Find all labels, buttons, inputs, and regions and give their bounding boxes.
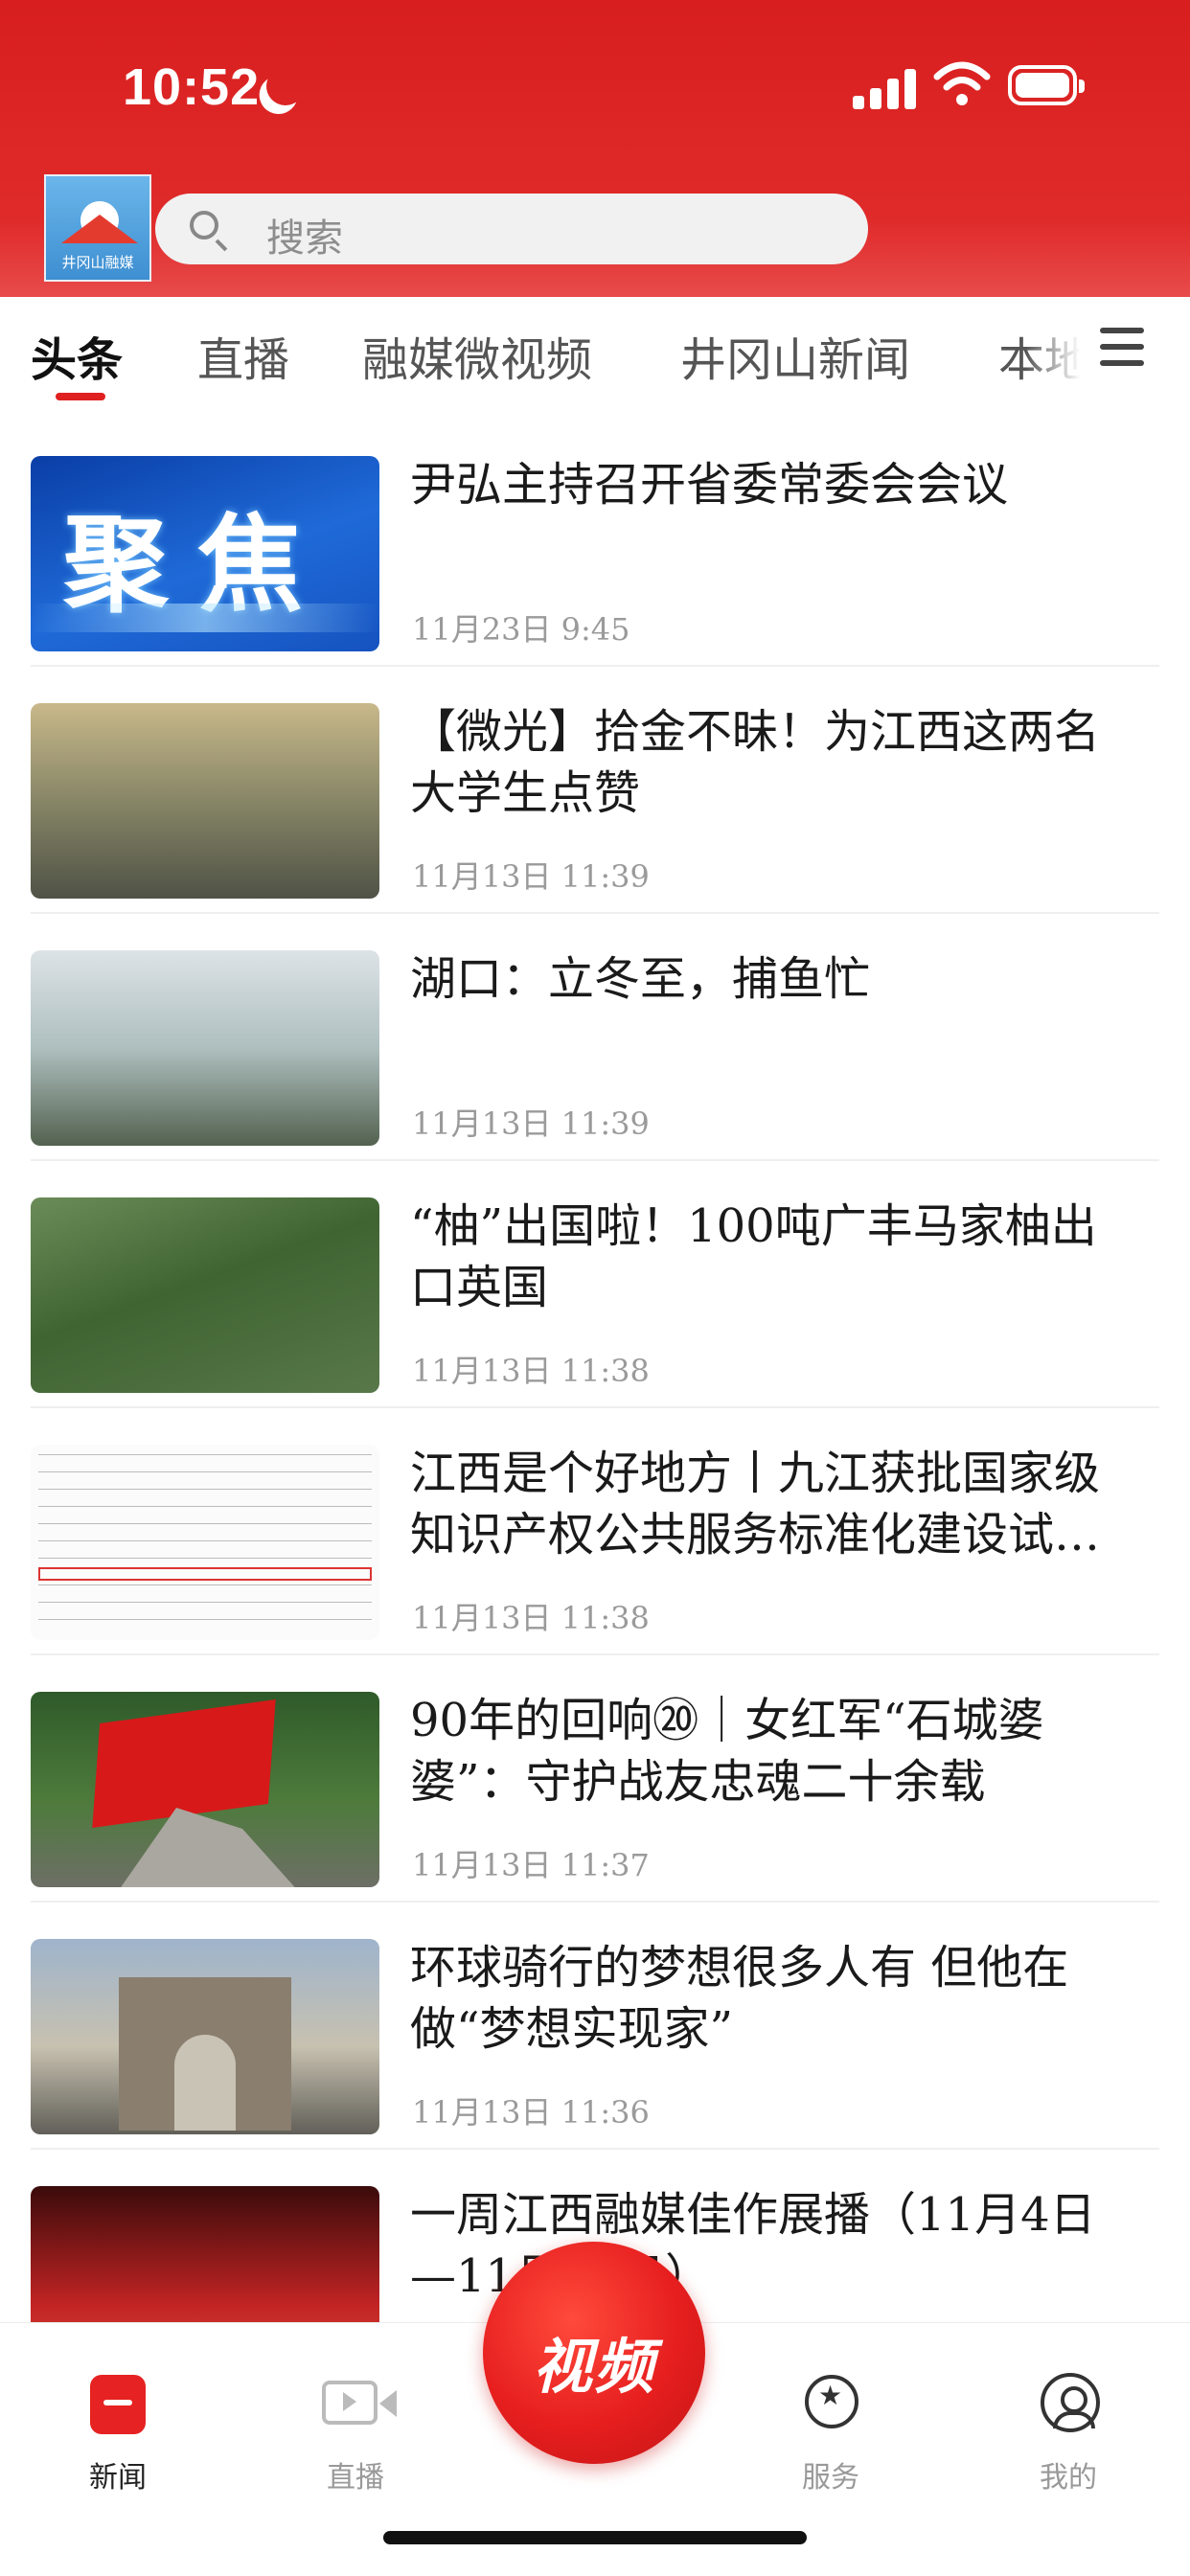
news-title: 尹弘主持召开省委常委会会议 bbox=[410, 458, 1009, 512]
menu-icon[interactable] bbox=[1100, 328, 1144, 366]
news-thumbnail bbox=[31, 1197, 379, 1393]
tab-jinggangshan-news[interactable]: 井冈山新闻 bbox=[680, 322, 910, 389]
news-thumbnail: 聚焦 bbox=[31, 456, 379, 651]
tab-headlines[interactable]: 头条 bbox=[31, 322, 123, 389]
news-item[interactable]: 环球骑行的梦想很多人有 但他在做“梦想实现家” 11月13日 11:36 bbox=[0, 1885, 1190, 2150]
news-item[interactable]: 湖口：立冬至，捕鱼忙 11月13日 11:39 bbox=[0, 897, 1190, 1161]
news-title: 环球骑行的梦想很多人有 但他在做“梦想实现家” bbox=[410, 1941, 1069, 2056]
news-item[interactable]: 90年的回响⑳｜女红军“石城婆婆”：守护战友忠魂二十余载 11月13日 11:3… bbox=[0, 1638, 1190, 1903]
news-time: 11月13日 11:38 bbox=[412, 1353, 650, 1389]
news-title: 湖口：立冬至，捕鱼忙 bbox=[410, 952, 871, 1006]
active-tab-indicator bbox=[56, 393, 105, 400]
video-camera-icon bbox=[322, 2381, 397, 2425]
news-thumbnail bbox=[31, 950, 379, 1146]
news-time: 11月23日 9:45 bbox=[412, 611, 630, 648]
wifi-icon bbox=[933, 61, 991, 105]
news-time: 11月13日 11:37 bbox=[412, 1847, 650, 1883]
moon-icon bbox=[261, 61, 309, 110]
news-icon bbox=[90, 2375, 146, 2434]
news-thumbnail bbox=[31, 1939, 379, 2134]
news-item[interactable]: “柚”出国啦！100吨广丰马家柚出口英国 11月13日 11:38 bbox=[0, 1144, 1190, 1408]
news-time: 11月13日 11:38 bbox=[412, 1600, 650, 1636]
news-item[interactable]: 聚焦 尹弘主持召开省委常委会会议 11月23日 9:45 bbox=[0, 402, 1190, 667]
video-center-button[interactable]: 视频 bbox=[483, 2242, 705, 2464]
search-input[interactable]: 搜索 bbox=[155, 194, 868, 264]
search-icon bbox=[190, 211, 218, 239]
video-button-label: 视频 bbox=[532, 2332, 655, 2402]
news-title: 江西是个好地方丨九江获批国家级知识产权公共服务标准化建设试点城市 bbox=[410, 1447, 1101, 1562]
app-header: 10:52 井冈山融媒 搜索 bbox=[0, 0, 1190, 297]
news-thumbnail bbox=[31, 1692, 379, 1887]
news-thumbnail bbox=[31, 1445, 379, 1640]
profile-icon bbox=[1041, 2373, 1100, 2432]
tabbar-service-label: 服务 bbox=[802, 2461, 859, 2495]
news-item[interactable]: 【微光】拾金不昧！为江西这两名大学生点赞 11月13日 11:39 bbox=[0, 650, 1190, 914]
tab-live[interactable]: 直播 bbox=[197, 322, 289, 389]
badge-icon bbox=[805, 2375, 858, 2428]
news-item[interactable]: 江西是个好地方丨九江获批国家级知识产权公共服务标准化建设试点城市 11月13日 … bbox=[0, 1391, 1190, 1655]
app-logo[interactable]: 井冈山融媒 bbox=[44, 174, 151, 282]
news-thumbnail bbox=[31, 703, 379, 899]
news-time: 11月13日 11:36 bbox=[412, 2094, 650, 2131]
news-time: 11月13日 11:39 bbox=[412, 858, 650, 895]
search-placeholder: 搜索 bbox=[266, 217, 343, 261]
home-indicator bbox=[383, 2531, 807, 2544]
status-time: 10:52 bbox=[123, 58, 261, 116]
tab-micro-video[interactable]: 融媒微视频 bbox=[362, 322, 592, 389]
tabbar-news-label: 新闻 bbox=[89, 2461, 147, 2495]
tabbar-me-label: 我的 bbox=[1040, 2461, 1097, 2495]
tabbar-live-label: 直播 bbox=[327, 2461, 384, 2495]
news-title: “柚”出国啦！100吨广丰马家柚出口英国 bbox=[410, 1199, 1097, 1314]
news-title: 90年的回响⑳｜女红军“石城婆婆”：守护战友忠魂二十余载 bbox=[410, 1694, 1044, 1809]
news-title: 【微光】拾金不昧！为江西这两名大学生点赞 bbox=[410, 705, 1101, 820]
category-tabs: 头条 直播 融媒微视频 井冈山新闻 本地 bbox=[0, 297, 1190, 402]
battery-icon bbox=[1008, 65, 1085, 105]
news-time: 11月13日 11:39 bbox=[412, 1106, 650, 1142]
logo-caption: 井冈山融媒 bbox=[61, 254, 134, 271]
cellular-signal-icon bbox=[853, 67, 916, 109]
